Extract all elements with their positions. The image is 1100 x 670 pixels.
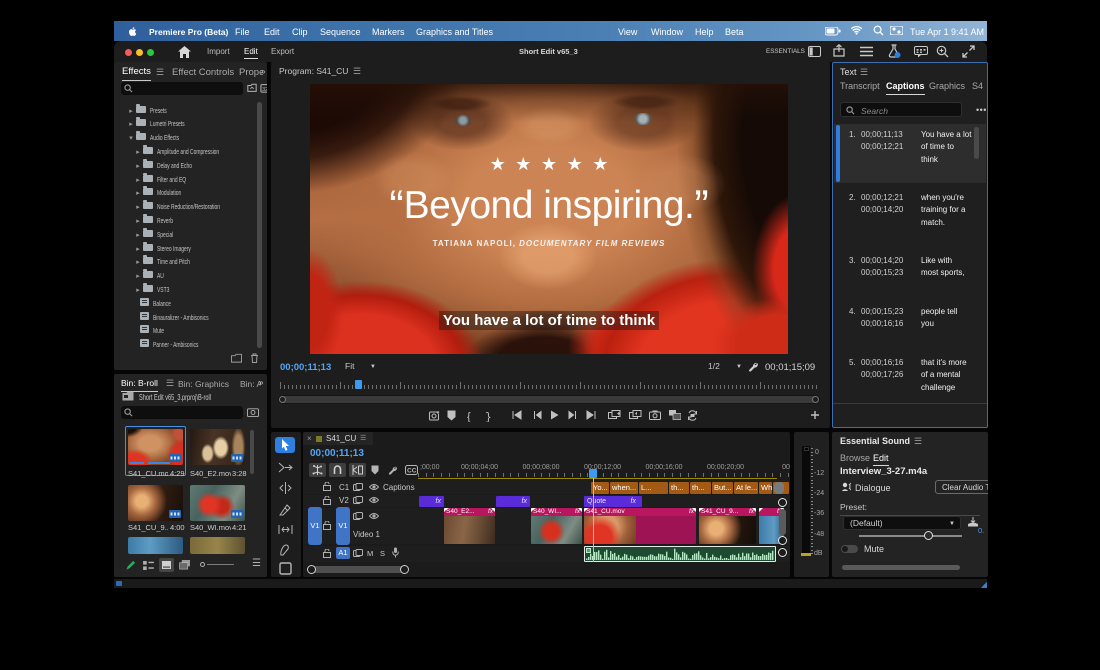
svg-text:{: { xyxy=(467,411,471,422)
svg-text:32: 32 xyxy=(262,87,267,93)
svg-text:}: } xyxy=(485,412,491,422)
